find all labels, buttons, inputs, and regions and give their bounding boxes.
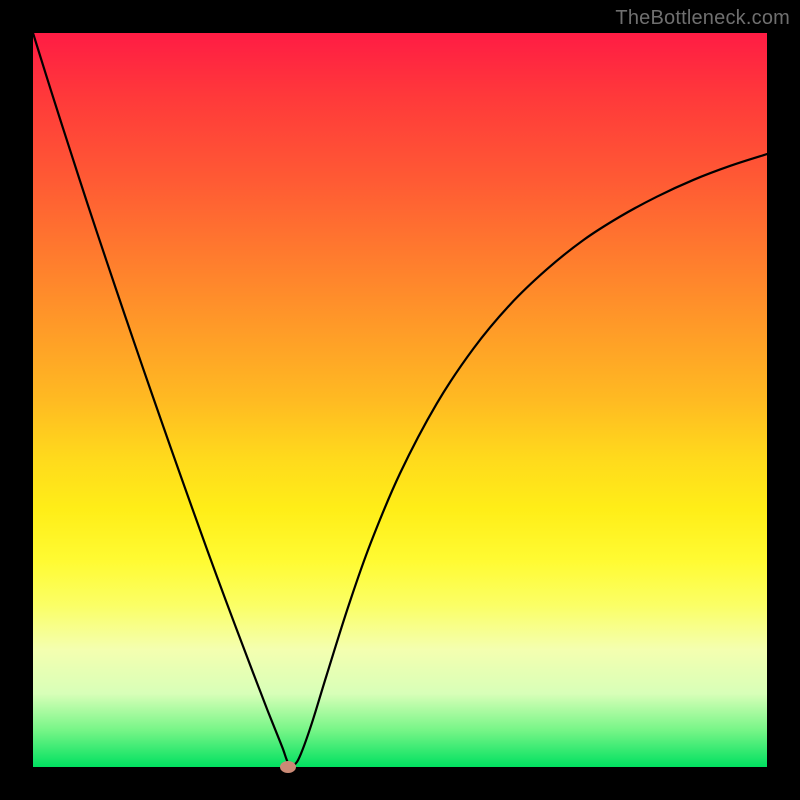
bottleneck-curve [33,33,767,767]
optimum-marker [280,761,296,773]
chart-frame: TheBottleneck.com [0,0,800,800]
watermark-text: TheBottleneck.com [615,7,790,30]
